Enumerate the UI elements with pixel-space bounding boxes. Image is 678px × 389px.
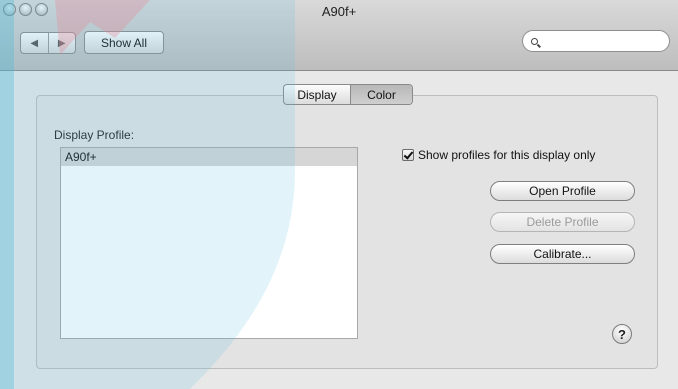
calibrate-button[interactable]: Calibrate...: [490, 244, 635, 264]
toolbar: A90f+ ◀ ▶ Show All: [0, 0, 678, 71]
window-title: A90f+: [321, 4, 357, 19]
display-profile-label: Display Profile:: [54, 128, 135, 142]
show-profiles-label: Show profiles for this display only: [418, 148, 596, 162]
display-profile-list[interactable]: A90f+: [60, 147, 358, 339]
search-input[interactable]: [542, 34, 656, 48]
tab-display[interactable]: Display: [284, 85, 350, 104]
show-profiles-checkbox[interactable]: [402, 149, 414, 161]
chevron-left-icon: ◀: [30, 37, 39, 49]
list-item[interactable]: A90f+: [61, 148, 357, 166]
help-button[interactable]: ?: [612, 324, 632, 344]
tab-bar: Display Color: [283, 84, 413, 105]
show-profiles-option[interactable]: Show profiles for this display only: [402, 148, 595, 162]
chevron-right-icon: ▶: [57, 37, 66, 49]
tab-color[interactable]: Color: [350, 85, 412, 104]
back-forward-control: ◀ ▶: [20, 32, 76, 54]
back-button[interactable]: ◀: [21, 33, 48, 53]
search-field[interactable]: [522, 30, 670, 52]
show-all-button[interactable]: Show All: [84, 31, 164, 54]
open-profile-button[interactable]: Open Profile: [490, 181, 635, 201]
delete-profile-button[interactable]: Delete Profile: [490, 212, 635, 232]
search-icon: [531, 37, 538, 45]
system-preferences-window: A90f+ ◀ ▶ Show All Display Color Display…: [0, 0, 678, 389]
forward-button[interactable]: ▶: [47, 33, 76, 53]
